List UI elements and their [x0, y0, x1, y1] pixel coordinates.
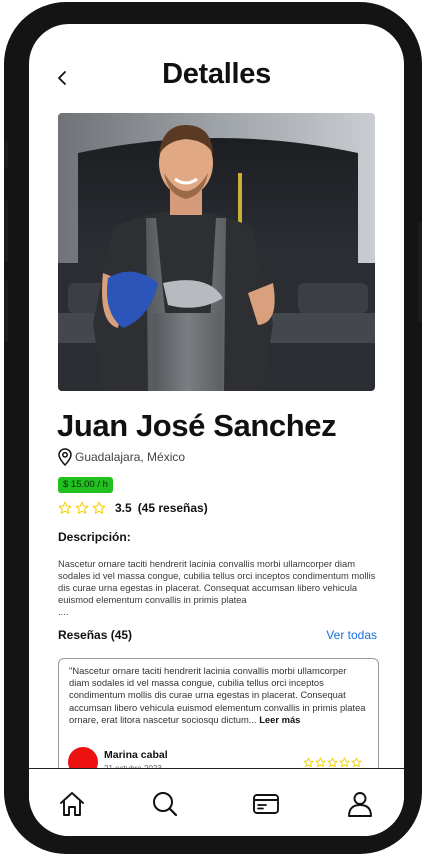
- price-badge: $ 15.00 / h: [58, 477, 113, 493]
- home-icon: [60, 792, 84, 816]
- location-text: Guadalajara, México: [75, 450, 186, 464]
- location-pin-icon: [58, 448, 72, 466]
- star-outline-icon: [351, 757, 362, 768]
- star-outline-icon: [303, 757, 314, 768]
- rating-count: (45 reseñas): [137, 501, 208, 515]
- user-icon: [348, 792, 372, 817]
- description-text: Nascetur ornare taciti hendrerit lacinia…: [58, 558, 376, 605]
- star-outline-icon: [75, 501, 89, 514]
- search-icon: [153, 792, 178, 817]
- description-ellipsis: ....: [58, 606, 69, 617]
- read-more-link[interactable]: Leer más: [259, 714, 300, 725]
- card-icon: [253, 794, 279, 814]
- review-body: "Nascetur ornare taciti hendrerit lacini…: [69, 665, 366, 725]
- tab-home[interactable]: [57, 789, 87, 819]
- review-stars: [303, 757, 362, 768]
- location: Guadalajara, México: [58, 448, 185, 466]
- rating-stars: [58, 501, 106, 515]
- tab-profile[interactable]: [345, 789, 375, 819]
- power-button: [418, 222, 422, 322]
- tab-search[interactable]: [150, 789, 180, 819]
- star-outline-icon: [315, 757, 326, 768]
- screen: Detalles Juan José Sanchez Guadalajara, …: [29, 24, 404, 836]
- silent-switch: [4, 140, 8, 168]
- reviews-label: Reseñas (45): [58, 628, 133, 642]
- mechanic-photo: [58, 113, 375, 391]
- star-outline-icon: [339, 757, 350, 768]
- star-outline-icon: [92, 501, 106, 514]
- star-outline-icon: [327, 757, 338, 768]
- volume-down-button: [4, 280, 8, 342]
- volume-up-button: [4, 200, 8, 262]
- bottom-tab-bar: [29, 768, 404, 836]
- mechanic-name: Juan José Sanchez: [57, 408, 337, 443]
- review-text: "Nascetur ornare taciti hendrerit lacini…: [69, 665, 368, 726]
- page-title: Detalles: [162, 58, 271, 90]
- description-label: Descripción:: [58, 530, 131, 544]
- tab-payments[interactable]: [251, 789, 281, 819]
- phone-frame: Detalles Juan José Sanchez Guadalajara, …: [4, 2, 422, 854]
- rating-value: 3.5: [115, 501, 132, 515]
- reviewer-name: Marina cabal: [104, 749, 168, 761]
- rating: 3.5 (45 reseñas): [58, 501, 208, 515]
- star-outline-icon: [58, 501, 72, 514]
- see-all-reviews-link[interactable]: Ver todas: [326, 628, 377, 642]
